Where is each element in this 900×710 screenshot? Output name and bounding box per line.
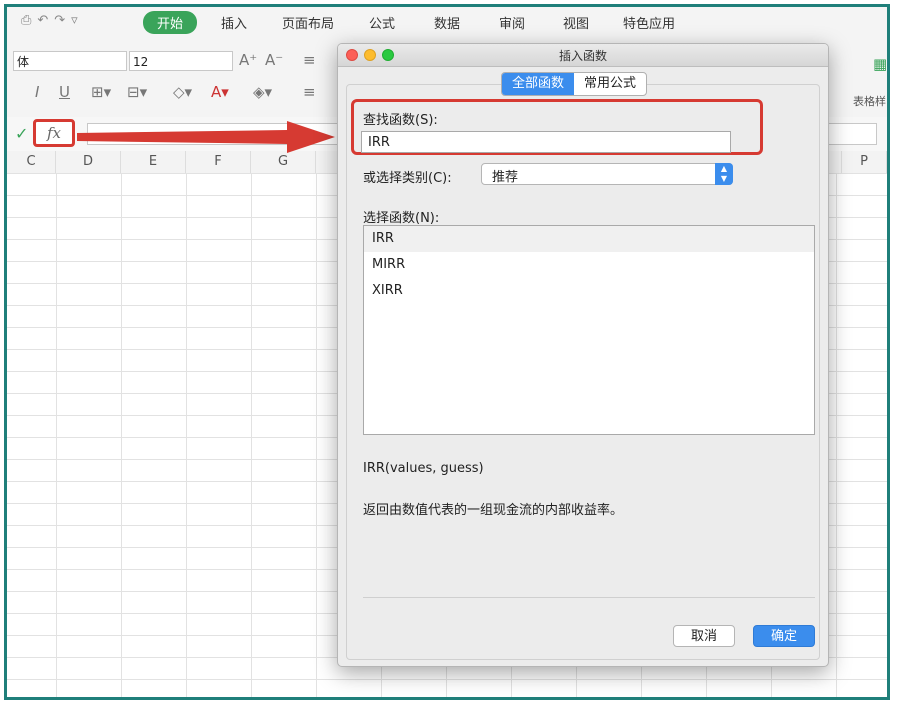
- align-left-icon[interactable]: ≡: [303, 83, 316, 101]
- function-list[interactable]: IRR MIRR XIRR: [363, 225, 815, 435]
- align-top-icon[interactable]: ≡: [303, 51, 316, 69]
- font-name-value: 体: [17, 55, 30, 69]
- dialog-content: 查找函数(S): 或选择类别(C): 推荐 ▲▼ 选择函数(N): IRR MI…: [346, 84, 820, 660]
- column-header-p[interactable]: P: [841, 151, 887, 173]
- dialog-tabs: 全部函数 常用公式: [501, 72, 648, 96]
- quick-access-icons[interactable]: ⎙↶↷▿: [21, 13, 84, 28]
- increase-font-icon[interactable]: A⁺: [239, 51, 257, 69]
- screenshot-frame: ⎙↶↷▿ 开始 插入 页面布局 公式 数据 审阅 视图 特色应用 体 12 A⁺…: [4, 4, 890, 700]
- fill-color-icon[interactable]: ◇▾: [173, 83, 192, 101]
- column-header-c[interactable]: C: [7, 151, 56, 173]
- search-label: 查找函数(S):: [363, 113, 438, 128]
- dialog-titlebar[interactable]: 插入函数: [338, 44, 828, 67]
- insert-function-button[interactable]: fx: [33, 119, 75, 147]
- function-signature: IRR(values, guess): [363, 461, 484, 476]
- category-select[interactable]: 推荐 ▲ ▼: [481, 163, 733, 185]
- underline-icon[interactable]: U: [59, 83, 70, 101]
- divider: [363, 597, 815, 598]
- tab-all-functions[interactable]: 全部函数: [502, 73, 575, 95]
- function-list-label: 选择函数(N):: [363, 211, 440, 226]
- table-style-icon[interactable]: ▦: [873, 55, 887, 73]
- category-value: 推荐: [492, 170, 519, 185]
- category-label: 或选择类别(C):: [363, 171, 452, 186]
- table-style-label[interactable]: 表格样: [853, 93, 886, 109]
- cancel-button[interactable]: 取消: [673, 625, 735, 647]
- function-item-xirr[interactable]: XIRR: [364, 278, 814, 304]
- italic-icon[interactable]: I: [35, 83, 39, 101]
- eraser-icon[interactable]: ◈▾: [253, 83, 272, 101]
- fx-label: fx: [46, 124, 61, 142]
- tab-review[interactable]: 审阅: [499, 13, 525, 32]
- tab-data[interactable]: 数据: [434, 13, 460, 32]
- font-name-select[interactable]: 体: [13, 51, 127, 71]
- border-icon[interactable]: ⊞▾: [91, 83, 111, 101]
- annotation-arrow-icon: [77, 121, 335, 153]
- font-size-value: 12: [133, 55, 149, 69]
- ok-button[interactable]: 确定: [753, 625, 815, 647]
- font-size-select[interactable]: 12: [129, 51, 233, 71]
- decrease-font-icon[interactable]: A⁻: [265, 51, 283, 69]
- font-color-icon[interactable]: A▾: [211, 83, 229, 101]
- function-item-irr[interactable]: IRR: [364, 226, 814, 252]
- search-input[interactable]: [361, 131, 731, 153]
- tab-home[interactable]: 开始: [143, 11, 198, 34]
- tab-insert[interactable]: 插入: [221, 13, 247, 32]
- function-description: 返回由数值代表的一组现金流的内部收益率。: [363, 503, 624, 518]
- function-item-mirr[interactable]: MIRR: [364, 252, 814, 278]
- select-stepper-icon[interactable]: ▲ ▼: [715, 163, 733, 185]
- tab-special[interactable]: 特色应用: [623, 13, 675, 32]
- ribbon-menu: ⎙↶↷▿ 开始 插入 页面布局 公式 数据 审阅 视图 特色应用: [7, 7, 887, 37]
- dialog-title: 插入函数: [558, 49, 607, 63]
- tab-common-formulas[interactable]: 常用公式: [574, 73, 646, 95]
- tab-page-layout[interactable]: 页面布局: [282, 13, 334, 32]
- insert-function-dialog: 插入函数 查找函数(S): 或选择类别(C): 推荐 ▲▼ 选择函数(N): I…: [337, 43, 829, 667]
- check-icon[interactable]: ✓: [15, 124, 28, 143]
- cell-format-icon[interactable]: ⊟▾: [127, 83, 147, 101]
- tab-formulas[interactable]: 公式: [369, 13, 395, 32]
- tab-view[interactable]: 视图: [563, 13, 589, 32]
